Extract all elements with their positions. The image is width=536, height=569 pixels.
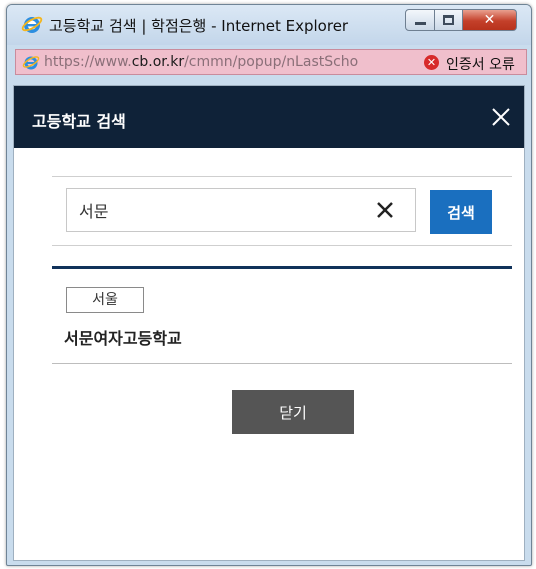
region-badge: 서울 bbox=[66, 287, 144, 313]
window-controls: ✕ bbox=[405, 9, 517, 31]
title-bar[interactable]: 고등학교 검색 | 학점은행 - Internet Explorer ✕ bbox=[7, 5, 531, 45]
minimize-button[interactable] bbox=[405, 9, 435, 31]
result-school-name[interactable]: 서문여자고등학교 bbox=[64, 325, 182, 349]
url-domain: cb.or.kr bbox=[131, 54, 185, 70]
internet-explorer-icon bbox=[21, 16, 43, 33]
window-title: 고등학교 검색 | 학점은행 - Internet Explorer bbox=[49, 17, 349, 35]
browser-window: 고등학교 검색 | 학점은행 - Internet Explorer ✕ htt… bbox=[6, 4, 532, 566]
url-path: /cmmn/popup/nLastScho bbox=[184, 54, 359, 70]
popup-header: 고등학교 검색 bbox=[14, 86, 524, 148]
minimize-icon bbox=[415, 22, 426, 25]
maximize-button[interactable] bbox=[435, 9, 463, 31]
certificate-error-label[interactable]: 인증서 오류 bbox=[446, 54, 515, 74]
page-content: 고등학교 검색 검색 서울 서문여자고등학교 닫기 bbox=[13, 85, 525, 561]
popup-title: 고등학교 검색 bbox=[32, 112, 126, 131]
window-close-button[interactable]: ✕ bbox=[463, 9, 517, 31]
close-button[interactable]: 닫기 bbox=[232, 390, 354, 434]
popup-close-icon[interactable] bbox=[488, 104, 514, 130]
close-icon: ✕ bbox=[483, 12, 496, 28]
search-results: 서울 서문여자고등학교 bbox=[52, 266, 512, 364]
page-icon bbox=[22, 56, 40, 70]
certificate-error-icon[interactable]: ✕ bbox=[424, 55, 439, 70]
search-button[interactable]: 검색 bbox=[430, 190, 492, 234]
address-bar[interactable]: https://www.cb.or.kr/cmmn/popup/nLastSch… bbox=[15, 49, 527, 75]
school-search-input[interactable] bbox=[66, 188, 416, 232]
maximize-icon bbox=[443, 15, 454, 25]
address-url[interactable]: https://www.cb.or.kr/cmmn/popup/nLastSch… bbox=[44, 54, 358, 70]
clear-search-icon[interactable] bbox=[372, 197, 398, 223]
url-prefix: https://www. bbox=[44, 54, 132, 70]
search-area: 검색 bbox=[52, 176, 512, 246]
